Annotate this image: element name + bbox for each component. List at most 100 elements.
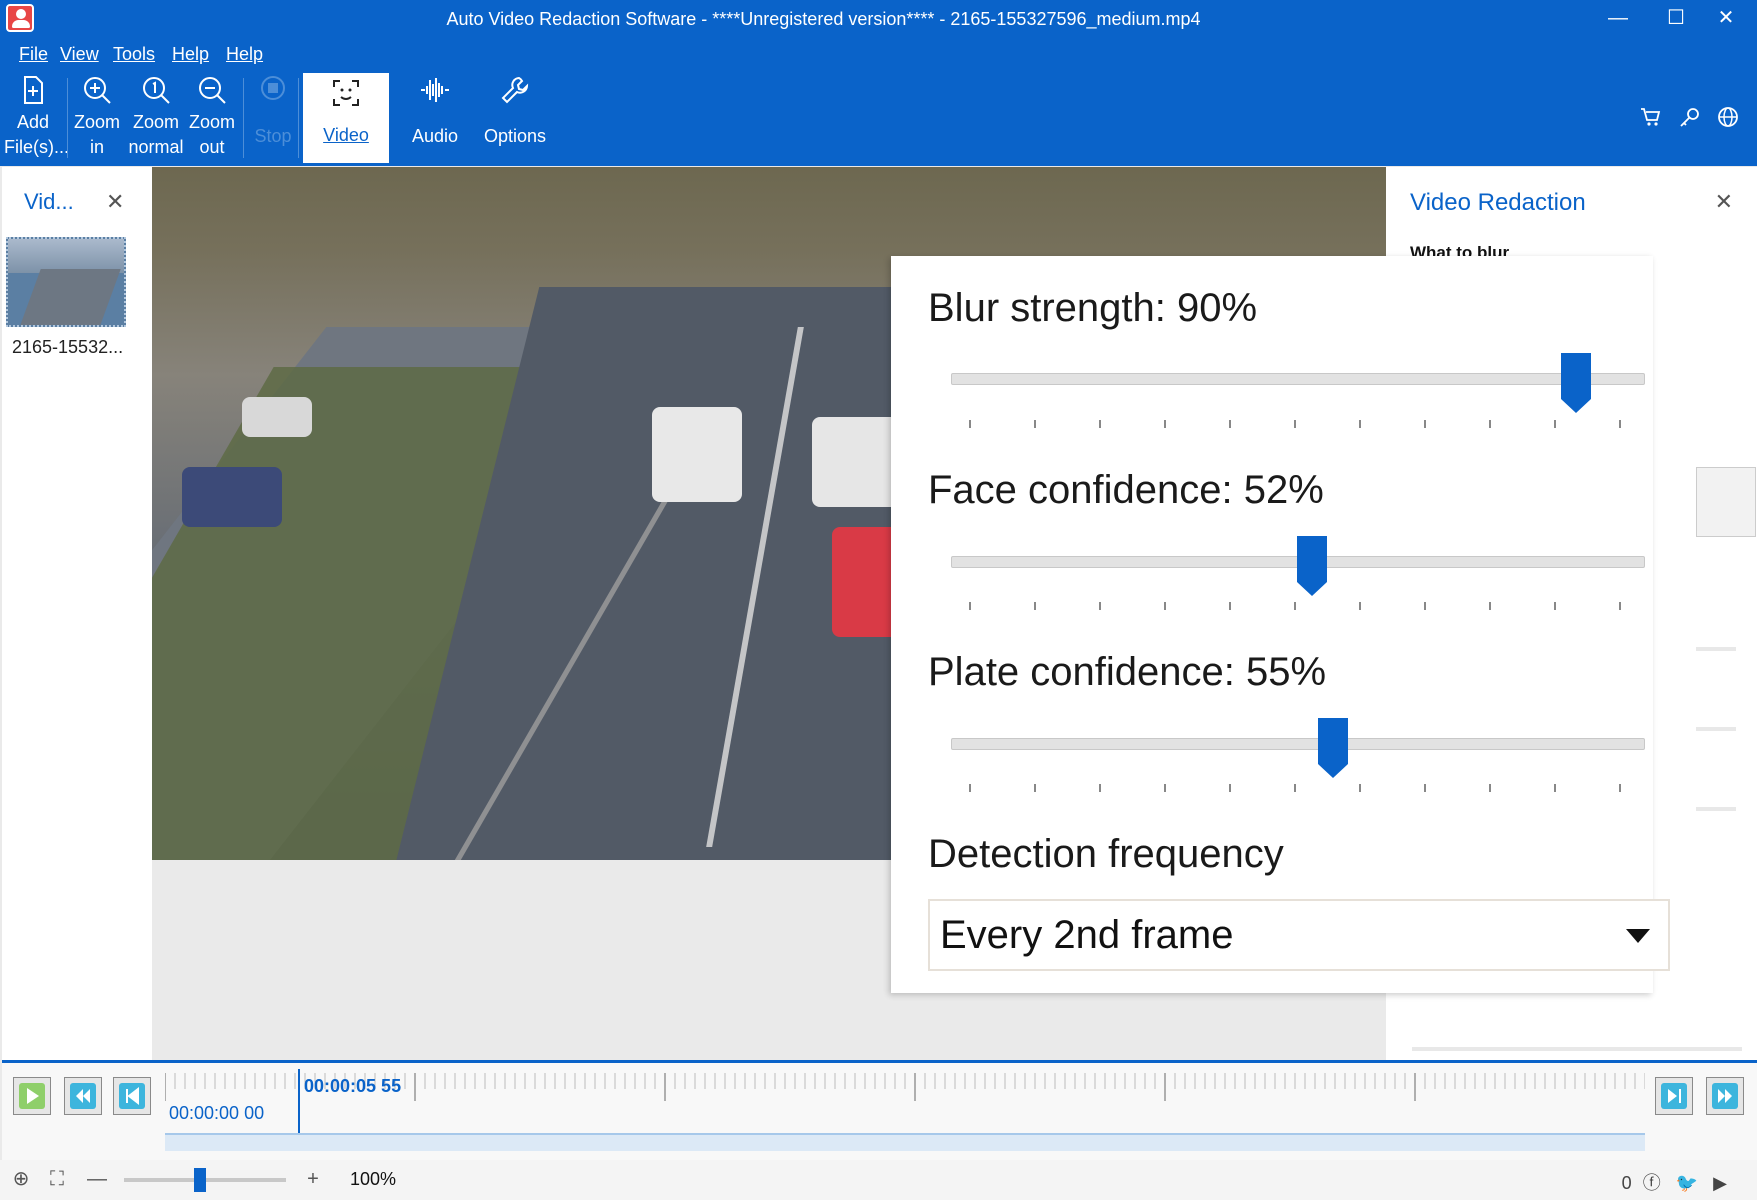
timeline-current-time: 00:00:05 55	[304, 1076, 402, 1096]
add-files-button[interactable]: Add File(s)...	[4, 70, 69, 166]
minimize-button[interactable]: —	[1598, 6, 1638, 32]
tab-options[interactable]: Options	[478, 70, 552, 166]
tab-video[interactable]: Video	[303, 73, 389, 163]
blur-strength-slider[interactable]	[951, 373, 1645, 385]
menu-file[interactable]: File	[19, 44, 48, 65]
white-van	[652, 407, 742, 502]
slider-tick	[1164, 420, 1166, 428]
play-button[interactable]	[13, 1077, 51, 1115]
slider-tick	[1554, 420, 1556, 428]
video-thumbnail[interactable]	[6, 237, 126, 327]
zoom-reset-icon[interactable]: ⊕	[10, 1169, 32, 1191]
zoom-normal-icon	[128, 70, 184, 110]
fit-screen-icon[interactable]: ⛶	[46, 1169, 68, 1191]
rewind-start-button[interactable]	[64, 1077, 102, 1115]
next-frame-button[interactable]	[1655, 1077, 1693, 1115]
files-panel-title: Vid...	[24, 189, 74, 214]
slider-tick	[1294, 420, 1296, 428]
slider-tick	[1359, 602, 1361, 610]
plate-confidence-label: Plate confidence: 55%	[928, 650, 1327, 694]
previous-frame-button[interactable]	[113, 1077, 151, 1115]
fast-forward-icon	[1718, 1089, 1732, 1103]
fast-rewind-icon	[76, 1089, 90, 1103]
zoom-in-button[interactable]: Zoom in	[70, 70, 124, 166]
slider-tick	[1554, 784, 1556, 792]
timeline: 00:00:00 00 00:00:05 55	[2, 1060, 1757, 1160]
slider-tick	[1294, 784, 1296, 792]
twitter-icon[interactable]: 🐦	[1676, 1173, 1698, 1193]
forward-end-button[interactable]	[1706, 1077, 1744, 1115]
audio-wave-icon	[400, 70, 470, 110]
key-icon[interactable]	[1679, 106, 1701, 128]
blur-strength-thumb[interactable]	[1559, 351, 1593, 415]
slider-tick	[1164, 602, 1166, 610]
zoom-percentage: 100%	[350, 1169, 397, 1189]
detection-frequency-label: Detection frequency	[928, 832, 1284, 876]
step-back-icon	[126, 1086, 139, 1106]
slider-tick	[1099, 602, 1101, 610]
slider-tick	[969, 420, 971, 428]
app-window: Auto Video Redaction Software - ****Unre…	[0, 0, 1757, 1200]
menu-help-2[interactable]: Help	[226, 44, 263, 65]
face-confidence-label: Face confidence: 52%	[928, 468, 1324, 512]
wrench-icon	[478, 70, 552, 110]
slider-tick	[1034, 784, 1036, 792]
toolbar: Add File(s)... Zoom in Zoom normal Zoom …	[0, 70, 1757, 166]
settings-zoom-overlay: Blur strength: 90% Face confidence: 52% …	[891, 256, 1670, 993]
slider-tick	[1359, 784, 1361, 792]
slider-tick	[1099, 784, 1101, 792]
timeline-cursor[interactable]	[298, 1069, 300, 1133]
maximize-button[interactable]: ☐	[1656, 6, 1696, 32]
slider-tick	[1359, 420, 1361, 428]
face-scan-icon	[303, 73, 389, 113]
status-counter: 0	[1621, 1173, 1632, 1193]
slider-tick	[969, 784, 971, 792]
youtube-icon[interactable]: ▶	[1713, 1173, 1727, 1193]
timeline-start-time: 00:00:00 00	[169, 1103, 265, 1123]
detection-frequency-select[interactable]: Every 2nd frame	[928, 899, 1670, 971]
slider-tick	[1424, 784, 1426, 792]
slider-tick	[1489, 784, 1491, 792]
file-name-label: 2165-15532...	[12, 337, 124, 357]
tab-audio[interactable]: Audio	[400, 70, 470, 166]
zoom-in-icon	[70, 70, 124, 110]
menu-tools[interactable]: Tools	[113, 44, 155, 65]
plate-confidence-thumb[interactable]	[1316, 716, 1350, 780]
stop-button[interactable]: Stop	[250, 70, 296, 166]
slider-tick	[1424, 602, 1426, 610]
cart-icon[interactable]	[1640, 106, 1662, 128]
close-icon[interactable]: ✕	[106, 189, 124, 215]
slider-tick	[1619, 602, 1621, 610]
zoom-slider-thumb[interactable]	[194, 1168, 206, 1192]
close-icon[interactable]: ✕	[1715, 189, 1733, 215]
face-confidence-thumb[interactable]	[1295, 534, 1329, 598]
zoom-normal-button[interactable]: Zoom normal	[128, 70, 184, 166]
slider-tick	[1294, 602, 1296, 610]
files-panel: Vid... ✕ 2165-15532...	[2, 167, 152, 1060]
slider-tick	[1034, 602, 1036, 610]
slider-tick	[1164, 784, 1166, 792]
slider-tick	[1424, 420, 1426, 428]
slider-tick	[969, 602, 971, 610]
slider-tick	[1619, 784, 1621, 792]
zoom-minus-icon[interactable]: —	[86, 1169, 108, 1191]
zoom-out-button[interactable]: Zoom out	[184, 70, 240, 166]
title-bar: Auto Video Redaction Software - ****Unre…	[0, 0, 1757, 38]
blur-strength-label: Blur strength: 90%	[928, 286, 1258, 330]
menu-help[interactable]: Help	[172, 44, 209, 65]
blue-car	[182, 467, 282, 527]
globe-icon[interactable]	[1717, 106, 1739, 128]
close-button[interactable]: ✕	[1706, 6, 1746, 32]
zoom-plus-icon[interactable]: +	[302, 1169, 324, 1191]
add-file-icon	[4, 70, 62, 110]
facebook-icon[interactable]: ⓕ	[1643, 1173, 1661, 1193]
slider-tick	[1489, 420, 1491, 428]
redaction-panel-title: Video Redaction	[1410, 189, 1586, 216]
slider-tick	[1099, 420, 1101, 428]
plate-confidence-slider[interactable]	[951, 738, 1645, 750]
slider-tick	[1489, 602, 1491, 610]
menu-view[interactable]: View	[60, 44, 99, 65]
toolbar-right-icons	[1628, 106, 1739, 133]
timeline-track[interactable]	[165, 1133, 1645, 1151]
slider-tick	[1619, 420, 1621, 428]
